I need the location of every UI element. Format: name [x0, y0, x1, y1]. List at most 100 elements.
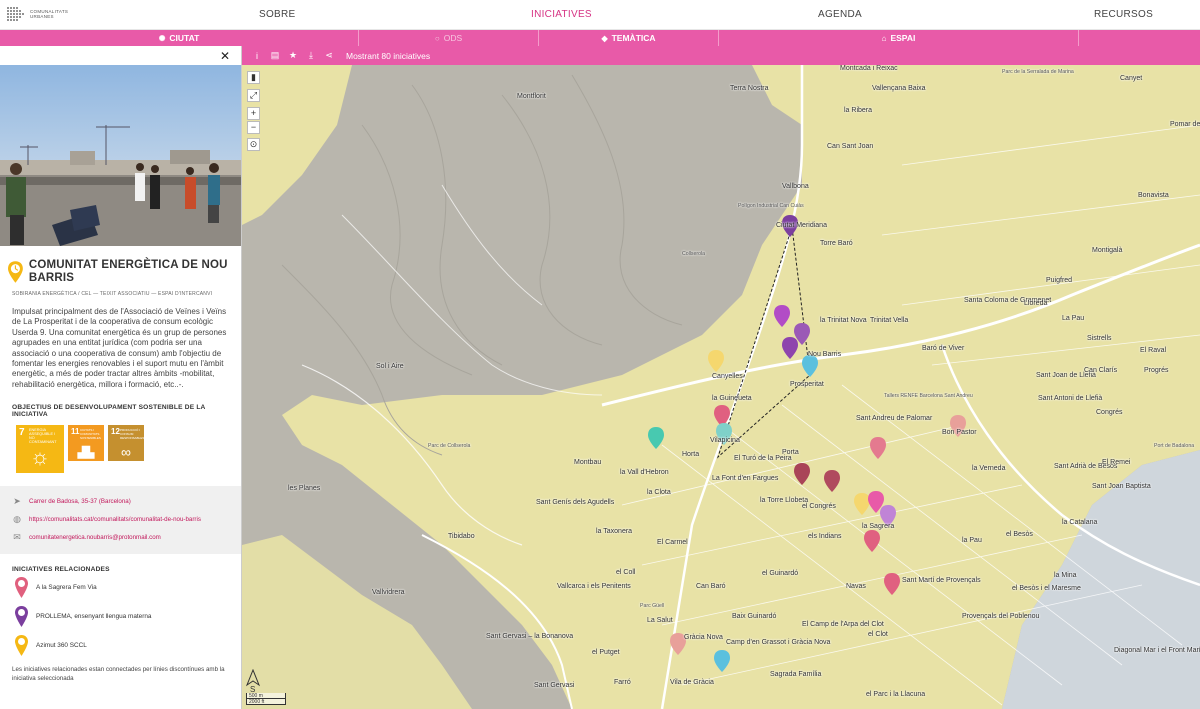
city-icon: ▟▙	[77, 447, 95, 460]
map-label: Sant Gervasi – la Bonanova	[486, 633, 574, 640]
map-label: la Catalana	[1062, 519, 1098, 526]
list-icon[interactable]: ▤	[270, 50, 280, 61]
related-item[interactable]: Azimut 360 SCCL	[0, 631, 241, 660]
map-label: Ciutat Meridiana	[776, 222, 827, 229]
map-label: El Turó de la Peira	[734, 455, 792, 462]
svg-text:S: S	[250, 685, 255, 693]
related-footnote: Les iniciatives relacionades estan conne…	[12, 666, 225, 682]
tab-tematica-label: TEMÀTICA	[611, 33, 656, 43]
share-icon[interactable]: ⋖	[324, 50, 334, 61]
map-label: el Guinardó	[762, 570, 799, 577]
sun-icon: ✺	[158, 33, 166, 43]
map-label: Baix Guinardó	[732, 613, 777, 620]
ods-12-badge[interactable]: 12 PRODUCCIÓ I CONSUM RESPONSABLES ∞	[108, 425, 144, 462]
map-label: Gràcia Nova	[684, 634, 723, 641]
locate-icon[interactable]: ⊙	[247, 138, 260, 151]
nav-recursos[interactable]: RECURSOS	[1094, 9, 1153, 20]
tab-ods[interactable]: ○ ODS	[359, 30, 539, 46]
map-label: Pomar de Dalt	[1170, 121, 1200, 128]
map-label: Montflorit	[517, 93, 546, 100]
map-scale: 500 m 2000 ft	[246, 693, 286, 705]
sun-power-icon: ☼	[29, 444, 51, 470]
map-label: Port de Badalona	[1154, 443, 1195, 449]
nav-agenda[interactable]: AGENDA	[818, 9, 862, 20]
related-pin-icon	[15, 635, 28, 657]
map-label: la Verneda	[972, 465, 1006, 472]
address-text[interactable]: Carrer de Badosa, 35-37 (Barcelona)	[29, 498, 131, 505]
logo[interactable]: COMUNALITATS URBANES	[6, 5, 68, 23]
initiative-title: COMUNITAT ENERGÈTICA DE NOU BARRIS	[28, 259, 228, 284]
map-label: Vallvidrera	[372, 589, 405, 596]
email-link[interactable]: comunitatenergetica.noubarris@protonmail…	[29, 534, 161, 541]
map-label: la Ribera	[844, 107, 873, 114]
related-name: PROLLEMA, ensenyant llengua materna	[36, 613, 152, 621]
nav-sobre[interactable]: SOBRE	[259, 9, 296, 20]
map-label: Montigalà	[1092, 247, 1123, 254]
map-label: Collserola	[682, 251, 706, 257]
map-label: Sant Genís dels Agudells	[536, 499, 615, 506]
map-label: la Guineueta	[712, 395, 752, 402]
map-label: Parc de Collserola	[428, 443, 471, 449]
map-label: La Font d'en Fargues	[712, 475, 779, 482]
related-pin-icon	[15, 606, 28, 628]
fullscreen-icon[interactable]: ⤢	[247, 89, 260, 102]
initiative-photo	[0, 65, 241, 246]
email-icon: ✉	[13, 532, 21, 543]
map-label: Tallers RENFE Barcelona Sant Andreu	[884, 393, 973, 399]
map-label: Lloreda	[1024, 300, 1048, 307]
ods-badges: 7 ENERGIA ASSEQUIBLE I NO CONTAMINANT ☼ …	[0, 418, 241, 474]
map-canvas[interactable]: ▮ ⤢ + − ⊙ Ciutat Meridiana Torre Baró Va…	[242, 65, 1200, 709]
layers-icon[interactable]: ▮	[247, 71, 260, 84]
map-label: El Carmel	[657, 539, 688, 546]
map-label: El Camp de l'Arpa del Clot	[802, 621, 884, 628]
related-item[interactable]: PROLLEMA, ensenyant llengua materna	[0, 602, 241, 631]
related-name: A la Sagrera Fem Via	[36, 584, 97, 592]
map-label: el Clot	[868, 631, 888, 638]
star-icon[interactable]: ★	[288, 50, 298, 61]
map-label: La Salut	[647, 617, 673, 624]
logo-text-2: URBANES	[30, 14, 54, 19]
building-icon: ⌂	[881, 33, 887, 43]
related-item[interactable]: A la Sagrera Fem Via	[0, 573, 241, 602]
map-label: La Pau	[1062, 315, 1085, 322]
map-label: la Trinitat Nova	[820, 317, 867, 324]
map-label: El Remei	[1102, 459, 1131, 466]
tab-espai-label: ESPAI	[890, 33, 916, 43]
zoom-out-button[interactable]: −	[247, 121, 260, 134]
initiative-panel: ✕ COMUNITAT ENERGÈTICA DE NOU BARRIS SOB…	[0, 46, 242, 709]
tag-icon: ◆	[601, 33, 608, 43]
map-label: Bon Pastor	[942, 429, 977, 436]
map-label: la Clota	[647, 489, 671, 496]
globe-icon: ◍	[13, 514, 21, 525]
map-label: Vila de Gràcia	[670, 679, 714, 686]
tab-espai[interactable]: ⌂ ESPAI	[719, 30, 1079, 46]
map-label: El Raval	[1140, 347, 1167, 354]
map-label: Parc Güell	[640, 603, 665, 609]
tab-tematica[interactable]: ◆ TEMÀTICA	[539, 30, 719, 46]
tab-ods-label: ODS	[443, 33, 463, 43]
map-label: Prosperitat	[790, 381, 824, 388]
related-pin-icon	[15, 577, 28, 599]
ods-7-badge[interactable]: 7 ENERGIA ASSEQUIBLE I NO CONTAMINANT ☼	[16, 425, 64, 474]
info-icon[interactable]: i	[252, 51, 262, 61]
map-label: Horta	[682, 451, 700, 458]
website-link[interactable]: https://comunalitats.cat/comunalitats/co…	[29, 516, 201, 523]
location-arrow-icon: ➤	[13, 496, 21, 507]
tab-ciutat[interactable]: ✺ CIUTAT	[0, 30, 359, 46]
ods-title: OBJECTIUS DE DESENVOLUPAMENT SOSTENIBLE …	[12, 404, 206, 419]
map-label: Vallbona	[782, 183, 809, 190]
ods-11-badge[interactable]: 11 CIUTATS I COMUNITATS SOSTENIBLES ▟▙	[68, 425, 104, 462]
map-label: Congrés	[1096, 409, 1123, 416]
ods-12-number: 12	[111, 427, 120, 437]
zoom-in-button[interactable]: +	[247, 107, 260, 120]
map-label: Terra Nostra	[730, 85, 769, 92]
nav-iniciatives[interactable]: INICIATIVES	[531, 9, 592, 20]
map-label: Canyet	[1120, 75, 1143, 82]
close-icon[interactable]: ✕	[220, 49, 230, 63]
map-label: Navas	[846, 583, 866, 590]
download-icon[interactable]: ⤓	[306, 50, 316, 61]
map-label: les Planes	[288, 485, 321, 492]
initiatives-count: Mostrant 80 iniciatives	[346, 50, 431, 61]
north-arrow-icon: S	[245, 668, 261, 694]
map-label: la Pau	[962, 537, 982, 544]
